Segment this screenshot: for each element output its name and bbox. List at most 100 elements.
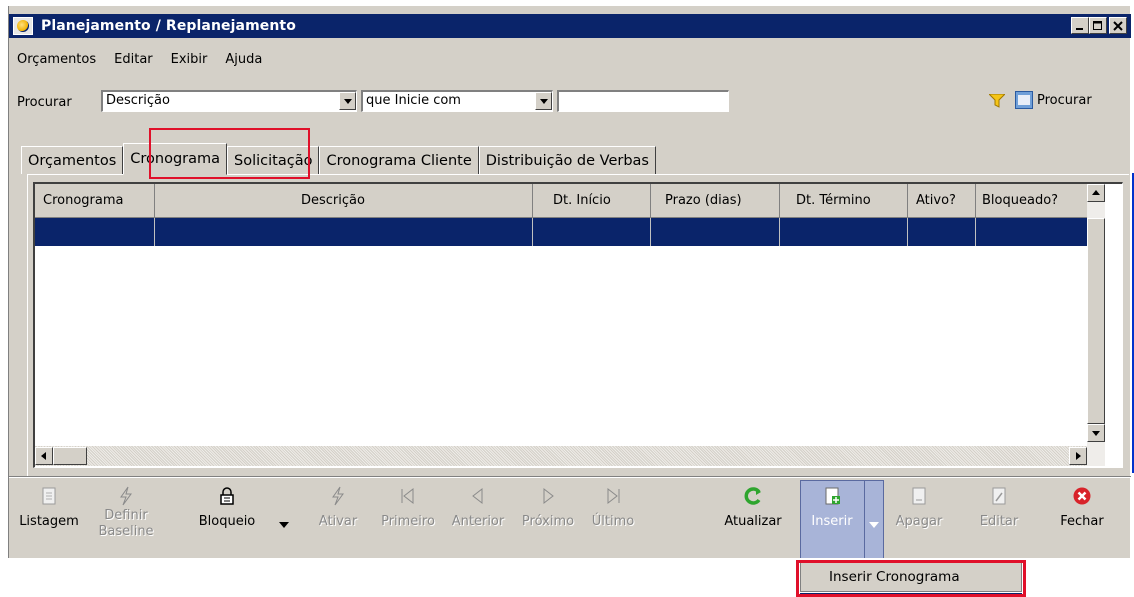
edit-document-icon [992, 487, 1006, 505]
search-input[interactable] [557, 90, 729, 112]
title-bar[interactable]: Planejamento / Replanejamento [9, 14, 1131, 38]
inserir-label: Inserir [811, 514, 853, 529]
grid-cell[interactable] [155, 218, 533, 246]
atualizar-label: Atualizar [724, 514, 782, 529]
grid-cell[interactable] [533, 218, 651, 246]
inserir-dropdown-arrow[interactable] [869, 522, 879, 528]
atualizar-button[interactable]: Atualizar [713, 482, 793, 530]
grid-cell[interactable] [35, 218, 155, 246]
column-label: Descrição [301, 193, 365, 208]
tab-cronograma[interactable]: Cronograma [123, 143, 228, 175]
scroll-down-button[interactable] [1087, 424, 1105, 442]
search-window-icon [1015, 91, 1033, 109]
bloqueio-dropdown-arrow[interactable] [279, 522, 289, 528]
close-icon [1113, 20, 1123, 31]
anterior-button[interactable]: Anterior [443, 482, 513, 530]
maximize-button[interactable] [1089, 17, 1107, 34]
column-header[interactable]: Dt. Término [780, 184, 908, 218]
grid-cell[interactable] [908, 218, 976, 246]
bloqueio-label: Bloqueio [198, 514, 256, 529]
refresh-icon [744, 487, 761, 505]
grid-cell[interactable] [651, 218, 780, 246]
anterior-label: Anterior [451, 514, 505, 529]
definir-label-line2: Baseline [98, 524, 154, 539]
vertical-scrollbar[interactable] [1087, 184, 1105, 466]
search-row: Procurar Descrição que Inicie com Procur… [17, 88, 1127, 116]
maximize-icon [1093, 20, 1102, 30]
menu-exibir[interactable]: Exibir [169, 52, 210, 67]
definir-baseline-button[interactable]: Definir Baseline [89, 482, 163, 540]
close-button[interactable] [1109, 17, 1127, 34]
lock-icon [220, 487, 234, 505]
grid-cell[interactable] [780, 218, 908, 246]
horizontal-scrollbar[interactable] [35, 446, 1087, 466]
column-header[interactable]: Descrição [155, 184, 533, 218]
editar-button[interactable]: Editar [969, 482, 1029, 530]
vertical-scroll-thumb[interactable] [1087, 218, 1105, 424]
search-button-label: Procurar [1037, 92, 1092, 108]
fechar-button[interactable]: Fechar [1049, 482, 1115, 530]
ativar-button[interactable]: Ativar [305, 482, 371, 530]
new-document-icon [825, 487, 840, 505]
column-header[interactable]: Bloqueado? [976, 184, 1087, 218]
tab-label: Cronograma Cliente [326, 152, 472, 169]
arrow-down-icon [1092, 431, 1100, 436]
search-condition-select[interactable]: que Inicie com [361, 90, 553, 112]
tab-orcamentos[interactable]: Orçamentos [21, 146, 124, 174]
column-label: Ativo? [916, 193, 956, 208]
column-header[interactable]: Prazo (dias) [651, 184, 780, 218]
column-label: Cronograma [43, 193, 124, 208]
definir-label-line1: Definir [104, 508, 148, 523]
dropdown-highlight-box [796, 560, 1026, 597]
tab-label: Orçamentos [28, 152, 117, 169]
scroll-up-button[interactable] [1087, 184, 1105, 202]
grid-cell[interactable] [976, 218, 1087, 246]
proximo-label: Próximo [521, 514, 575, 529]
fechar-label: Fechar [1060, 514, 1104, 529]
close-circle-icon [1073, 487, 1091, 505]
horizontal-scroll-thumb[interactable] [53, 447, 87, 465]
window-title: Planejamento / Replanejamento [41, 18, 296, 34]
search-label: Procurar [17, 95, 72, 110]
bloqueio-button[interactable]: Bloqueio [189, 482, 265, 530]
search-field-value: Descrição [106, 93, 170, 108]
tab-label: Distribuição de Verbas [485, 152, 649, 169]
proximo-button[interactable]: Próximo [515, 482, 581, 530]
search-button[interactable]: Procurar [1015, 91, 1092, 109]
primeiro-label: Primeiro [381, 514, 435, 529]
selected-row[interactable] [35, 218, 1087, 246]
filter-icon[interactable] [989, 94, 1005, 108]
column-label: Dt. Término [796, 193, 871, 208]
chevron-down-icon[interactable] [535, 92, 552, 110]
toolbar-separator [9, 476, 1131, 478]
listagem-label: Listagem [19, 514, 79, 529]
tab-distribuicao-verbas[interactable]: Distribuição de Verbas [478, 146, 656, 174]
document-icon [42, 487, 56, 505]
grid-header: Cronograma Descrição Dt. Início Prazo (d… [35, 184, 1087, 218]
menu-editar[interactable]: Editar [112, 52, 155, 67]
inserir-button[interactable]: Inserir [801, 482, 863, 530]
column-header[interactable]: Ativo? [908, 184, 976, 218]
tab-cronograma-cliente[interactable]: Cronograma Cliente [319, 146, 479, 174]
search-field-select[interactable]: Descrição [101, 90, 357, 112]
ultimo-button[interactable]: Último [583, 482, 643, 530]
column-label: Bloqueado? [982, 193, 1059, 208]
menu-ajuda[interactable]: Ajuda [223, 52, 264, 67]
apagar-button[interactable]: Apagar [887, 482, 951, 530]
schedule-grid[interactable]: Cronograma Descrição Dt. Início Prazo (d… [33, 182, 1123, 468]
column-label: Dt. Início [553, 193, 611, 208]
tab-label: Solicitação [234, 152, 313, 169]
minimize-button[interactable] [1071, 17, 1089, 34]
primeiro-button[interactable]: Primeiro [375, 482, 441, 530]
menu-orcamentos[interactable]: Orçamentos [15, 52, 98, 67]
scroll-left-button[interactable] [35, 447, 53, 465]
previous-record-icon [472, 487, 483, 505]
column-header[interactable]: Dt. Início [533, 184, 651, 218]
column-header[interactable]: Cronograma [35, 184, 155, 218]
ativar-label: Ativar [318, 514, 358, 529]
listagem-button[interactable]: Listagem [13, 482, 85, 530]
scroll-right-button[interactable] [1069, 447, 1087, 465]
tab-solicitacao[interactable]: Solicitação [227, 146, 320, 174]
chevron-down-icon[interactable] [339, 92, 356, 110]
minimize-icon [1076, 27, 1083, 30]
